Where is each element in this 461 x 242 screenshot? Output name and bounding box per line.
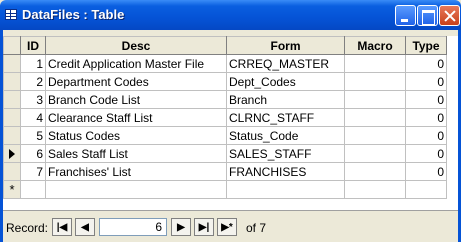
column-header-type[interactable]: Type — [405, 36, 447, 55]
cell-macro[interactable] — [344, 108, 406, 127]
row-selector[interactable] — [3, 90, 21, 109]
row-pointer-icon — [9, 149, 15, 159]
row-selector[interactable] — [3, 54, 21, 73]
new-row-cell[interactable] — [226, 180, 345, 199]
current-record-input[interactable]: 6 — [99, 218, 167, 236]
record-navigator: Record: |◀ ◀ 6 ▶ ▶| ▶* of 7 — [3, 210, 458, 242]
title-bar[interactable]: DataFiles : Table — [0, 0, 461, 30]
table-row[interactable]: 6 Sales Staff List SALES_STAFF 0 — [3, 144, 447, 163]
column-header-id[interactable]: ID — [20, 36, 46, 55]
window-title: DataFiles : Table — [22, 7, 125, 22]
column-header-desc[interactable]: Desc — [45, 36, 227, 55]
new-row-marker: * — [9, 181, 15, 197]
cell-type[interactable]: 0 — [405, 54, 447, 73]
new-row-cell[interactable] — [45, 180, 227, 199]
cell-desc[interactable]: Sales Staff List — [45, 144, 227, 163]
cell-form[interactable]: CRREQ_MASTER — [226, 54, 345, 73]
new-row-cell[interactable] — [20, 180, 46, 199]
cell-type[interactable]: 0 — [405, 162, 447, 181]
row-selector[interactable] — [3, 126, 21, 145]
record-count: of 7 — [246, 221, 267, 235]
cell-type[interactable]: 0 — [405, 90, 447, 109]
datasheet-grid[interactable]: ID Desc Form Macro Type 1 Credit Applicat… — [3, 36, 458, 210]
close-button[interactable] — [439, 5, 460, 26]
cell-macro[interactable] — [344, 144, 406, 163]
new-record-button[interactable]: ▶* — [217, 218, 237, 236]
cell-id[interactable]: 6 — [20, 144, 46, 163]
cell-macro[interactable] — [344, 126, 406, 145]
table-row[interactable]: 3 Branch Code List Branch 0 — [3, 90, 447, 109]
cell-desc[interactable]: Clearance Staff List — [45, 108, 227, 127]
cell-macro[interactable] — [344, 72, 406, 91]
cell-desc[interactable]: Status Codes — [45, 126, 227, 145]
table-row[interactable]: 1 Credit Application Master File CRREQ_MAS… — [3, 54, 447, 73]
cell-macro[interactable] — [344, 54, 406, 73]
cell-form[interactable]: SALES_STAFF — [226, 144, 345, 163]
cell-id[interactable]: 7 — [20, 162, 46, 181]
select-all-corner[interactable] — [3, 36, 21, 55]
cell-macro[interactable] — [344, 90, 406, 109]
cell-type[interactable]: 0 — [405, 72, 447, 91]
cell-type[interactable]: 0 — [405, 144, 447, 163]
table-row[interactable]: 7 Franchises' List FRANCHISES 0 — [3, 162, 447, 181]
next-record-button[interactable]: ▶ — [171, 218, 191, 236]
cell-form[interactable]: Dept_Codes — [226, 72, 345, 91]
table-row[interactable]: 2 Department Codes Dept_Codes 0 — [3, 72, 447, 91]
cell-macro[interactable] — [344, 162, 406, 181]
row-selector[interactable] — [3, 162, 21, 181]
row-selector[interactable] — [3, 108, 21, 127]
cell-id[interactable]: 3 — [20, 90, 46, 109]
new-record-row[interactable]: * — [3, 180, 447, 199]
cell-type[interactable]: 0 — [405, 108, 447, 127]
previous-record-button[interactable]: ◀ — [75, 218, 95, 236]
cell-desc[interactable]: Department Codes — [45, 72, 227, 91]
cell-id[interactable]: 5 — [20, 126, 46, 145]
row-selector[interactable] — [3, 144, 21, 163]
new-row-cell[interactable] — [405, 180, 447, 199]
datasheet-table: ID Desc Form Macro Type 1 Credit Applicat… — [3, 36, 447, 199]
first-record-button[interactable]: |◀ — [52, 218, 72, 236]
maximize-button[interactable] — [417, 5, 438, 26]
cell-form[interactable]: Branch — [226, 90, 345, 109]
datasheet-window: DataFiles : Table ID Desc Form Macro Typ… — [0, 0, 461, 242]
table-icon[interactable] — [5, 9, 17, 20]
new-row-cell[interactable] — [344, 180, 406, 199]
cell-desc[interactable]: Credit Application Master File — [45, 54, 227, 73]
cell-form[interactable]: Status_Code — [226, 126, 345, 145]
last-record-button[interactable]: ▶| — [194, 218, 214, 236]
table-row[interactable]: 5 Status Codes Status_Code 0 — [3, 126, 447, 145]
cell-form[interactable]: FRANCHISES — [226, 162, 345, 181]
record-label: Record: — [6, 221, 49, 235]
cell-id[interactable]: 4 — [20, 108, 46, 127]
cell-desc[interactable]: Branch Code List — [45, 90, 227, 109]
cell-id[interactable]: 1 — [20, 54, 46, 73]
cell-type[interactable]: 0 — [405, 126, 447, 145]
cell-desc[interactable]: Franchises' List — [45, 162, 227, 181]
cell-form[interactable]: CLRNC_STAFF — [226, 108, 345, 127]
column-header-form[interactable]: Form — [226, 36, 345, 55]
new-row-selector[interactable]: * — [3, 180, 21, 199]
row-selector[interactable] — [3, 72, 21, 91]
table-row[interactable]: 4 Clearance Staff List CLRNC_STAFF 0 — [3, 108, 447, 127]
cell-id[interactable]: 2 — [20, 72, 46, 91]
column-header-macro[interactable]: Macro — [344, 36, 406, 55]
minimize-button[interactable] — [395, 5, 416, 26]
